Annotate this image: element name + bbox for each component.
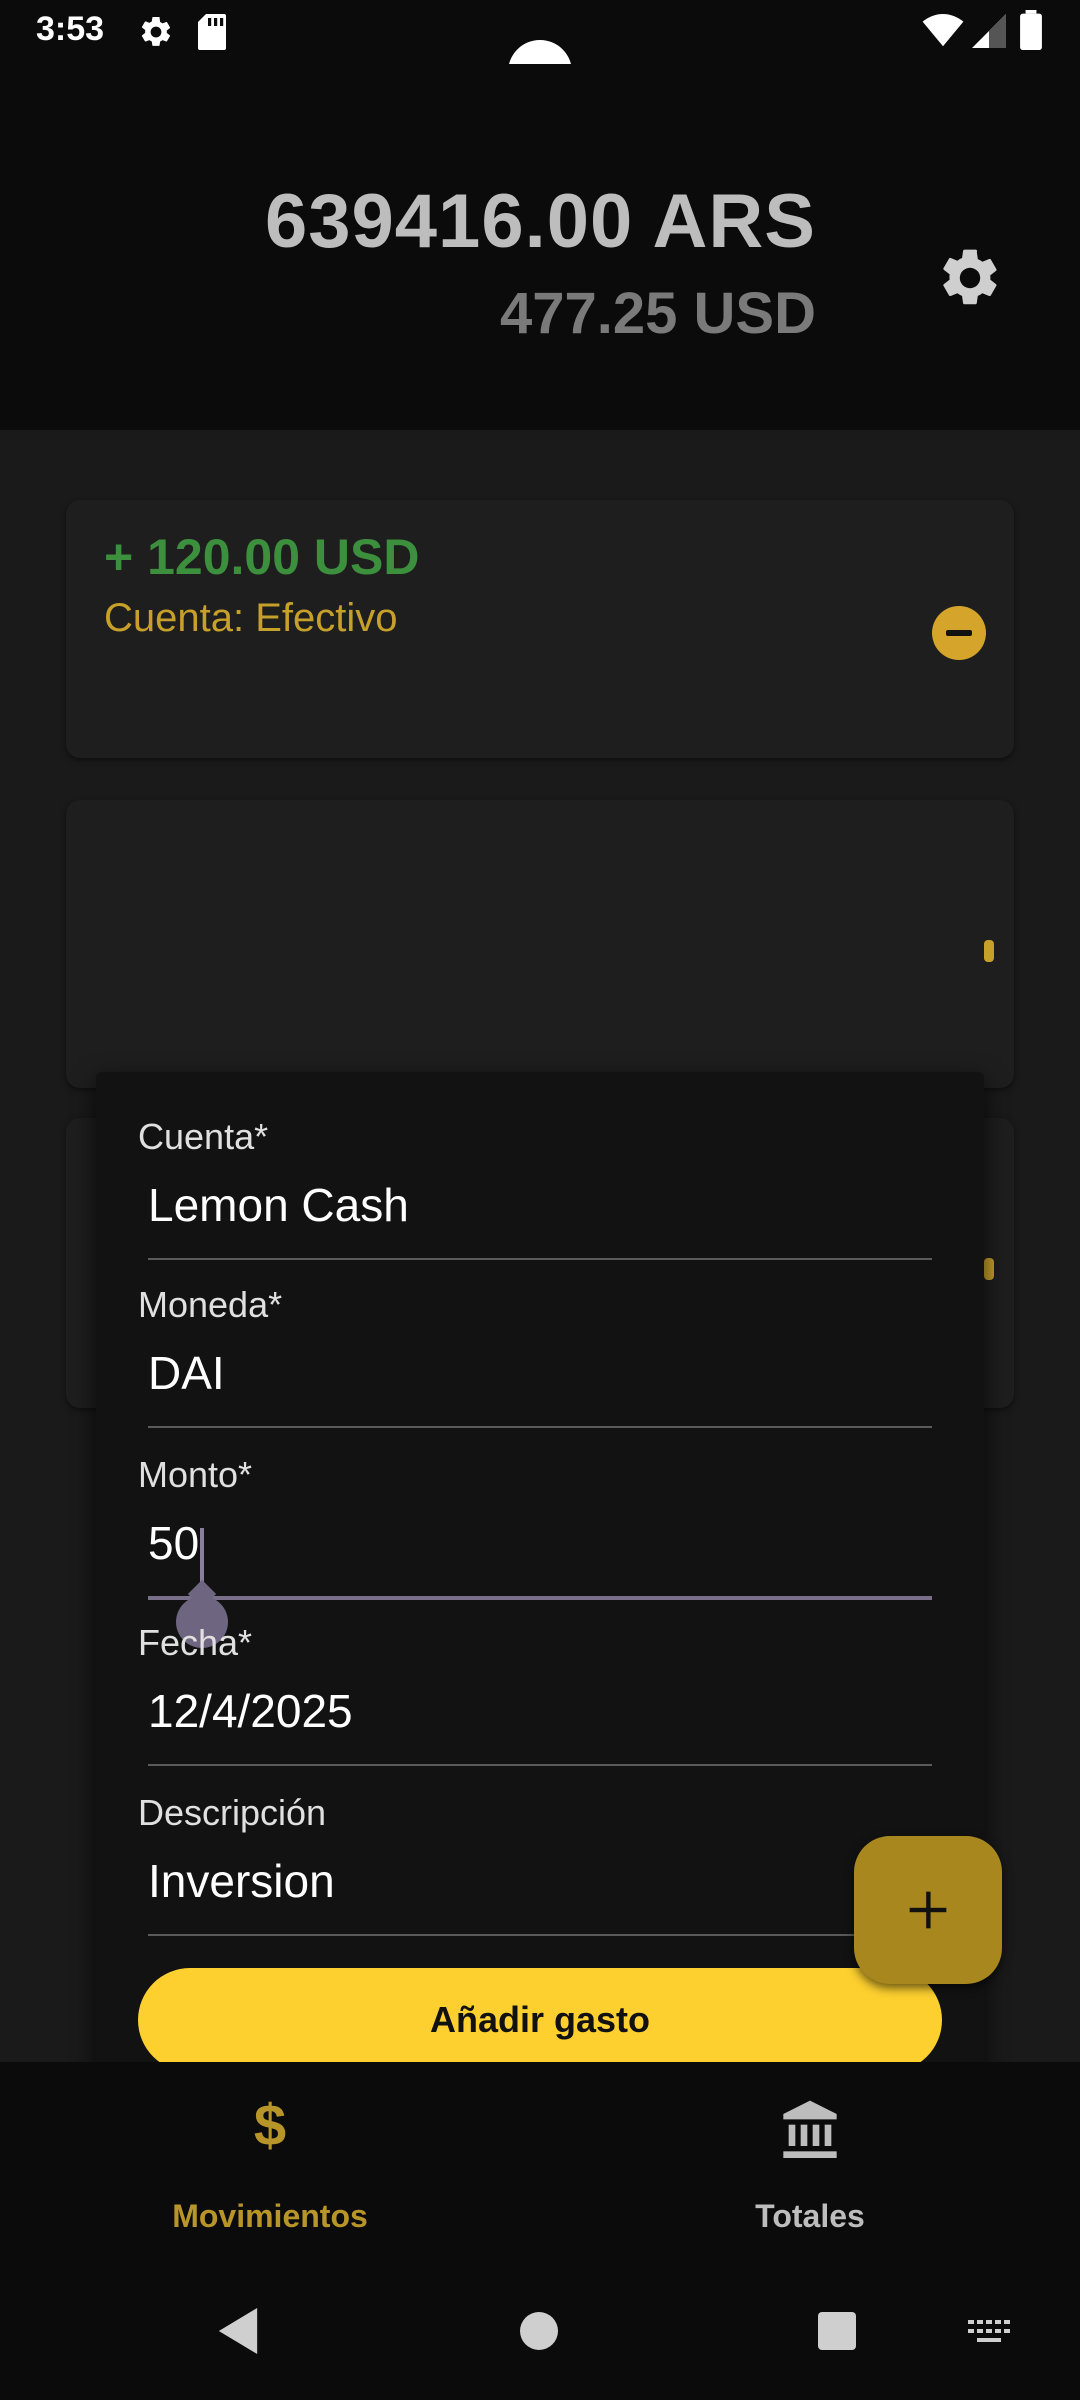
- amount-field[interactable]: 50: [148, 1516, 199, 1570]
- card-action-edge: [984, 940, 994, 962]
- movement-account: Cuenta: Efectivo: [104, 596, 398, 640]
- movement-card[interactable]: [66, 800, 1014, 1088]
- balance-usd: 477.25 USD: [500, 281, 816, 346]
- status-time: 3:53: [36, 10, 105, 48]
- currency-underline: [148, 1426, 932, 1428]
- dollar-icon: $: [253, 2093, 287, 2158]
- add-fab-button[interactable]: [854, 1836, 1002, 1984]
- nav-item-movimientos[interactable]: $ Movimientos: [0, 2062, 540, 2280]
- sd-card-icon: [198, 14, 226, 50]
- amount-label: Monto*: [138, 1454, 253, 1495]
- date-label: Fecha*: [138, 1622, 253, 1663]
- balance-header: 639416.00 ARS 477.25 USD: [0, 64, 1080, 430]
- back-icon[interactable]: [218, 2308, 258, 2354]
- movement-amount: + 120.00 USD: [104, 529, 420, 585]
- wifi-icon: [922, 14, 964, 47]
- currency-field[interactable]: DAI: [148, 1346, 225, 1400]
- account-underline: [148, 1258, 932, 1260]
- description-underline: [148, 1934, 932, 1936]
- recents-icon[interactable]: [818, 2312, 856, 2350]
- nav-label-movimientos: Movimientos: [172, 2198, 368, 2234]
- amount-underline: [148, 1596, 932, 1600]
- currency-label: Moneda*: [138, 1284, 283, 1325]
- add-expense-dialog: Cuenta* Lemon Cash Moneda* DAI Monto* 50…: [96, 1072, 984, 2124]
- gear-icon: [141, 16, 171, 46]
- minus-circle-icon[interactable]: [932, 606, 986, 660]
- settings-gear-icon[interactable]: [936, 244, 1004, 312]
- description-field[interactable]: Inversion: [148, 1854, 335, 1908]
- app-screen: 3:53 639416.00 ARS 477.25 USD + 120.00 U…: [0, 0, 1080, 2400]
- battery-icon: [1020, 10, 1042, 50]
- nav-item-totales[interactable]: Totales: [540, 2062, 1080, 2280]
- add-expense-button[interactable]: Añadir gasto: [138, 1968, 942, 2072]
- signal-icon: [972, 14, 1006, 48]
- movements-list: + 120.00 USD Cuenta: Efectivo Cuenta* Le…: [0, 430, 1080, 2124]
- keyboard-icon[interactable]: [968, 2320, 1012, 2346]
- plus-icon: [909, 1891, 947, 1929]
- description-label: Descripción: [138, 1792, 327, 1833]
- system-navigation: [0, 2280, 1080, 2400]
- card-action-edge: [984, 1258, 994, 1280]
- balance-ars: 639416.00 ARS: [264, 179, 816, 264]
- movement-card[interactable]: + 120.00 USD Cuenta: Efectivo: [66, 500, 1014, 758]
- nav-label-totales: Totales: [755, 2198, 865, 2234]
- date-field[interactable]: 12/4/2025: [148, 1684, 353, 1738]
- account-label: Cuenta*: [138, 1116, 269, 1157]
- account-field[interactable]: Lemon Cash: [148, 1178, 409, 1232]
- bank-icon: [783, 2100, 837, 2158]
- date-underline: [148, 1764, 932, 1766]
- bottom-navigation: $ Movimientos Totales: [0, 2062, 1080, 2280]
- home-icon[interactable]: [520, 2312, 558, 2350]
